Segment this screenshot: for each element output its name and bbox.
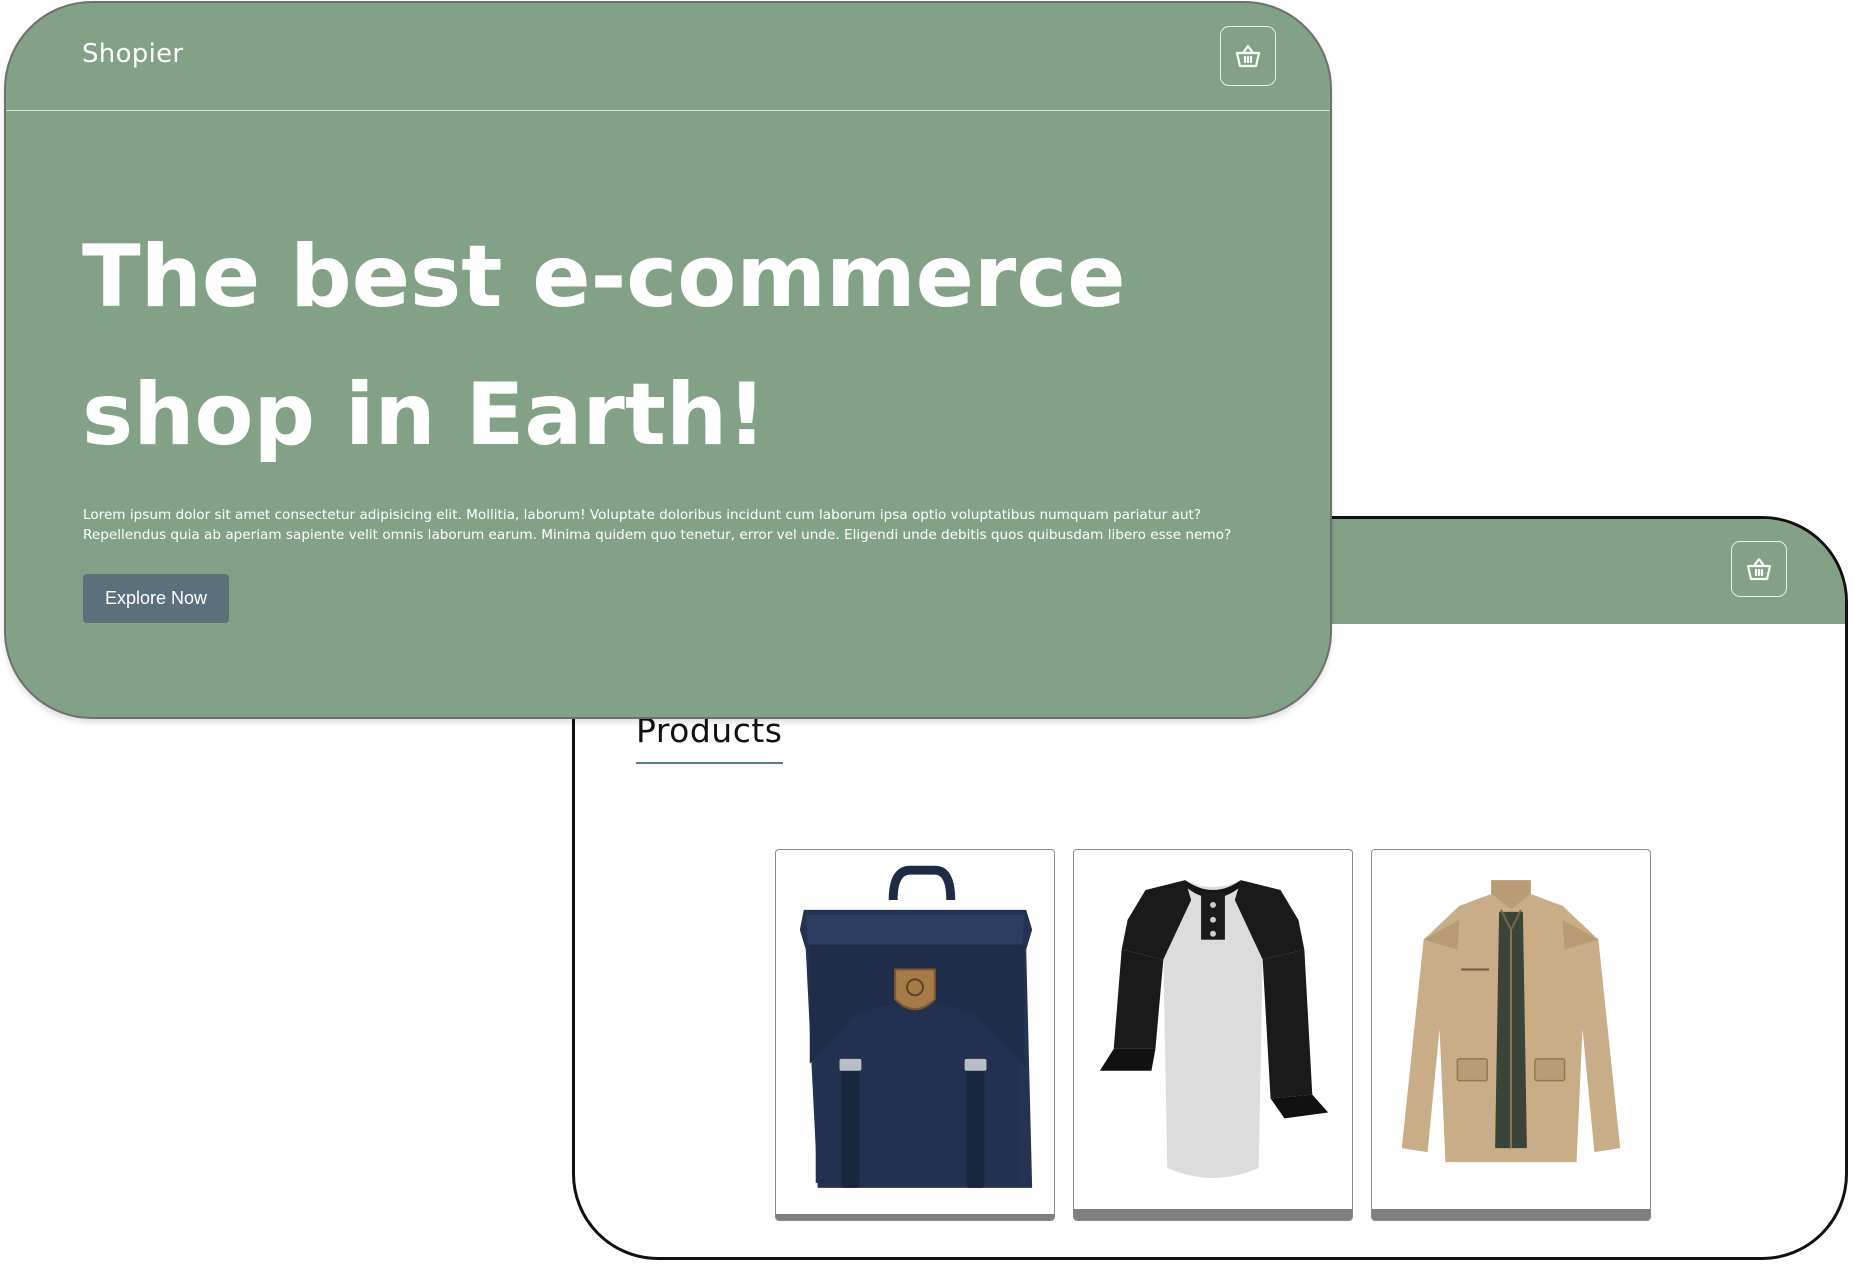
product-grid <box>775 849 1651 1221</box>
card-accent-bar <box>1074 1209 1352 1220</box>
explore-now-button[interactable]: Explore Now <box>83 574 229 623</box>
hero-header: Shopier <box>6 3 1330 111</box>
khaki-jacket-image <box>1401 880 1621 1163</box>
raglan-shirt-image <box>1099 880 1329 1178</box>
hero-page-window: Shopier The best e-commerce shop in Eart… <box>4 1 1332 719</box>
backpack-image <box>799 865 1033 1188</box>
basket-icon <box>1234 43 1262 69</box>
cart-button[interactable] <box>1731 541 1787 597</box>
product-card-shirt[interactable] <box>1073 849 1353 1221</box>
card-accent-bar <box>1372 1209 1650 1220</box>
cart-button[interactable] <box>1220 26 1276 86</box>
product-card-jacket[interactable] <box>1371 849 1651 1221</box>
hero-description: Lorem ipsum dolor sit amet consectetur a… <box>83 507 1232 543</box>
hero-title: The best e-commerce shop in Earth! <box>82 227 1126 465</box>
product-card-backpack[interactable] <box>775 849 1055 1221</box>
basket-icon <box>1745 556 1773 582</box>
brand-logo-text[interactable]: Shopier <box>82 39 183 69</box>
card-accent-bar <box>776 1214 1054 1220</box>
